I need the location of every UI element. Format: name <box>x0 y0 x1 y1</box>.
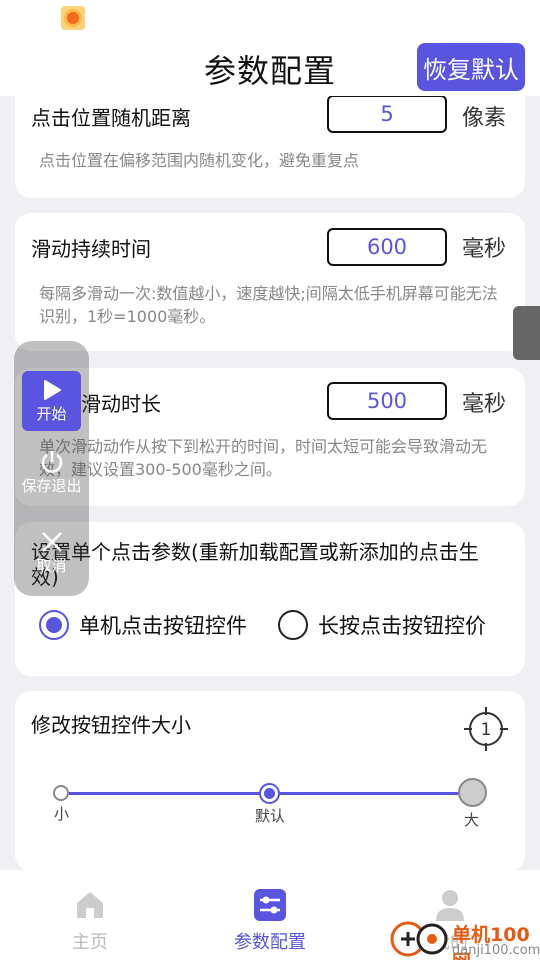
radio-long-press[interactable]: 长按点击按钮控价 <box>278 610 486 640</box>
swipe-duration-card: 滑动时长 500 毫秒 单次滑动动作从按下到松开的时间，时间太短可能会导致滑动无… <box>15 368 525 506</box>
settings-icon <box>254 889 286 921</box>
radio-single-click-label: 单机点击按钮控件 <box>79 614 247 638</box>
crosshair-icon: 1 <box>464 707 508 751</box>
radio-single-click[interactable]: 单机点击按钮控件 <box>39 610 247 640</box>
size-slider-small-knob[interactable] <box>53 785 69 801</box>
close-icon <box>41 532 62 552</box>
tab-settings-label: 参数配置 <box>234 932 306 953</box>
watermark-line2: danji100.com <box>452 943 540 958</box>
restore-default-button[interactable]: 恢复默认 <box>417 43 525 91</box>
cancel-label: 取消 <box>36 557 67 575</box>
size-label-default: 默认 <box>255 807 286 825</box>
swipe-interval-label: 滑动持续时间 <box>31 237 151 261</box>
tab-home[interactable]: 主页 <box>30 888 150 954</box>
start-label: 开始 <box>36 404 67 423</box>
swipe-interval-unit: 毫秒 <box>462 237 507 262</box>
tab-settings[interactable]: 参数配置 <box>210 888 330 954</box>
control-size-label: 修改按钮控件大小 <box>31 713 191 737</box>
size-label-small: 小 <box>54 805 70 823</box>
watermark: 单机100网 danji100.com <box>390 918 540 960</box>
swipe-interval-card: 滑动持续时间 600 毫秒 每隔多滑动一次:数值越小，速度越快;间隔太低手机屏幕… <box>15 213 525 351</box>
swipe-duration-desc: 单次滑动动作从按下到松开的时间，时间太短可能会导致滑动无效，建议设置300-50… <box>39 437 488 479</box>
home-icon <box>77 892 103 918</box>
radio-long-press-indicator[interactable] <box>278 610 308 640</box>
save-exit-button[interactable]: 保存退出 <box>14 449 89 496</box>
swipe-duration-label: 滑动时长 <box>81 392 161 416</box>
size-slider-default-knob[interactable] <box>259 783 280 804</box>
size-label-large: 大 <box>464 811 480 829</box>
play-icon <box>43 379 61 400</box>
watermark-logo-icon <box>390 921 448 957</box>
header: 参数配置 恢复默认 <box>0 36 540 96</box>
radio-single-click-indicator[interactable] <box>39 610 69 640</box>
click-params-card: 设置单个点击参数(重新加载配置或新添加的点击生效) 单机点击按钮控件 长按点击按… <box>15 522 525 676</box>
tab-home-label: 主页 <box>72 932 108 953</box>
crosshair-number: 1 <box>481 720 492 740</box>
start-button[interactable]: 开始 <box>22 371 81 431</box>
swipe-duration-input[interactable]: 500 <box>327 382 447 420</box>
size-slider-large-knob[interactable] <box>458 778 487 807</box>
user-icon <box>436 890 464 921</box>
offset-card: 点击位置随机距离 5 像素 点击位置在偏移范围内随机变化，避免重复点 <box>15 96 525 198</box>
offset-unit: 像素 <box>462 106 507 131</box>
click-params-label: 设置单个点击参数(重新加载配置或新添加的点击生效) <box>31 540 479 589</box>
cancel-button[interactable]: 取消 <box>14 529 89 576</box>
power-icon <box>41 451 62 473</box>
floating-control-panel[interactable]: 开始 保存退出 取消 <box>14 341 89 596</box>
save-exit-label: 保存退出 <box>21 477 82 495</box>
notification-app-icon <box>61 6 85 30</box>
offset-desc: 点击位置在偏移范围内随机变化，避免重复点 <box>39 151 360 170</box>
swipe-interval-input[interactable]: 600 <box>327 228 447 266</box>
control-size-card: 修改按钮控件大小 1 小 默认 大 <box>15 691 525 870</box>
swipe-duration-unit: 毫秒 <box>462 392 507 417</box>
swipe-interval-desc: 每隔多滑动一次:数值越小，速度越快;间隔太低手机屏幕可能无法识别，1秒=1000… <box>39 284 498 326</box>
offset-label: 点击位置随机距离 <box>31 106 191 130</box>
offset-input[interactable]: 5 <box>327 96 447 133</box>
status-bar <box>0 0 540 36</box>
radio-long-press-label: 长按点击按钮控价 <box>318 614 486 638</box>
side-drawer-handle[interactable] <box>513 306 540 360</box>
